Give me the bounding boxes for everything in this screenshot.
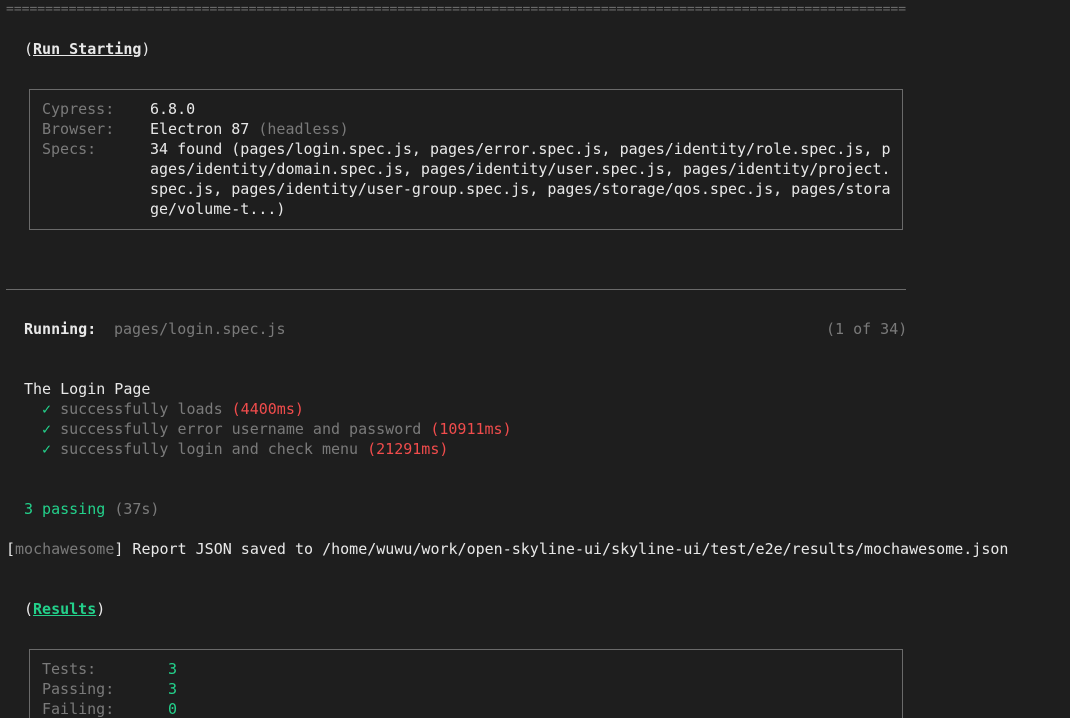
specs-label: Specs: — [42, 140, 97, 158]
running-label: Running: — [24, 320, 97, 338]
results-box — [29, 649, 903, 718]
specs-line-2: ages/identity/domain.spec.js, pages/iden… — [150, 160, 891, 178]
browser-value-row: Electron 87 (headless) — [150, 119, 349, 139]
running-progress: (1 of 34) — [826, 320, 908, 338]
results-heading: (Results) — [24, 600, 106, 618]
report-message: Report JSON saved to /home/wuwu/work/ope… — [123, 540, 1009, 558]
passing-summary: 3 passing (37s) — [24, 499, 159, 519]
test-row: ✓ successfully error username and passwo… — [42, 419, 512, 439]
browser-label: Browser: — [42, 120, 115, 138]
test-row: ✓ successfully loads (4400ms) — [42, 399, 304, 419]
results-failing-value: 0 — [168, 700, 178, 718]
specs-line-1: 34 found (pages/login.spec.js, pages/err… — [150, 140, 891, 158]
test-name: successfully login and check menu — [60, 440, 359, 458]
suite-title: The Login Page — [24, 380, 151, 398]
reporter-bracket-open: [ — [6, 540, 16, 558]
specs-row: Specs: — [42, 139, 96, 159]
check-icon: ✓ — [42, 400, 52, 418]
run-starting-label: Run Starting — [33, 40, 142, 58]
browser-mode: (headless) — [258, 120, 349, 138]
browser-row: Browser: — [42, 119, 114, 139]
cypress-label: Cypress: — [42, 100, 115, 118]
results-label: Results — [33, 600, 97, 618]
running-spec: pages/login.spec.js — [114, 320, 286, 338]
run-starting-heading: (Run Starting) — [24, 40, 151, 58]
test-row: ✓ successfully login and check menu (212… — [42, 439, 448, 459]
check-icon: ✓ — [42, 440, 52, 458]
test-duration: (4400ms) — [231, 400, 304, 418]
reporter-name: mochawesome — [15, 540, 115, 558]
test-duration: (21291ms) — [367, 440, 449, 458]
section-divider — [6, 289, 906, 290]
passing-time: (37s) — [114, 500, 160, 518]
passing-count: 3 passing — [24, 500, 106, 518]
check-icon: ✓ — [42, 420, 52, 438]
specs-line-4: ge/volume-t...) — [150, 200, 286, 218]
specs-line-3: spec.js, pages/identity/user-group.spec.… — [150, 180, 891, 198]
browser-value: Electron 87 — [150, 120, 250, 138]
cypress-version: 6.8.0 — [150, 100, 196, 118]
test-duration: (10911ms) — [430, 420, 512, 438]
results-passing-label: Passing: — [42, 680, 115, 698]
report-saved-line: [mochawesome] Report JSON saved to /home… — [6, 539, 1008, 559]
results-passing-value: 3 — [168, 680, 178, 698]
cypress-row: Cypress: — [42, 99, 114, 119]
test-name: successfully error username and password — [60, 420, 422, 438]
equals-separator: ========================================… — [6, 2, 906, 17]
test-name: successfully loads — [60, 400, 223, 418]
results-failing-label: Failing: — [42, 700, 115, 718]
results-tests-value: 3 — [168, 660, 178, 678]
terminal-output: ========================================… — [0, 0, 1070, 718]
running-row: Running: — [24, 319, 96, 339]
results-tests-label: Tests: — [42, 660, 97, 678]
